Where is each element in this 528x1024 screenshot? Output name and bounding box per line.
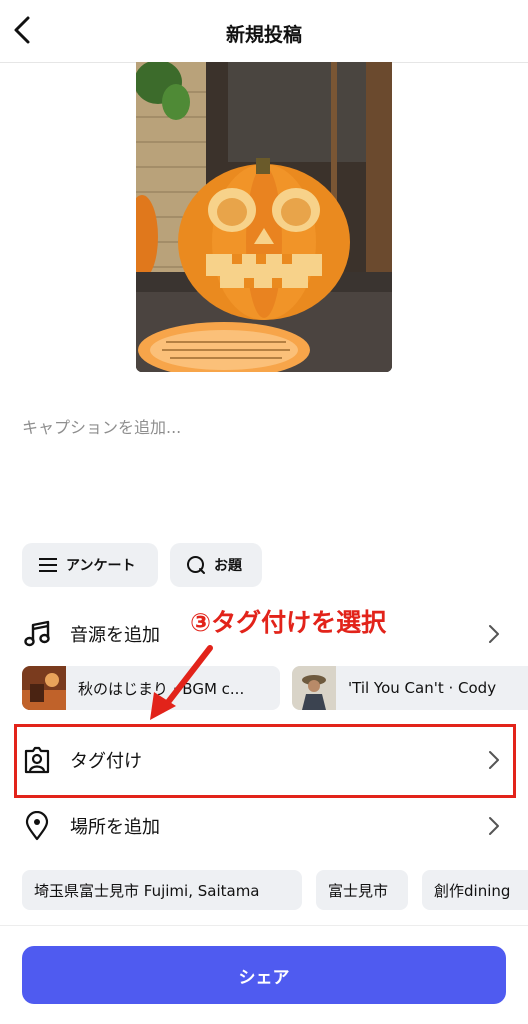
poll-icon [39,558,57,572]
annotation-label: ③タグ付けを選択 [190,608,387,637]
location-suggestion-chip[interactable]: 富士見市 [316,870,408,910]
share-button[interactable]: シェア [22,946,506,1004]
poll-label: アンケート [66,558,136,574]
divider [0,925,528,926]
topic-label: お題 [214,558,242,574]
chevron-right-icon [489,625,499,643]
album-art-thumbnail [22,666,66,710]
location-pin-icon [25,811,49,841]
poll-button[interactable]: アンケート [22,543,158,587]
tag-people-row[interactable]: タグ付け [0,730,528,790]
add-location-label: 場所を追加 [70,817,160,838]
location-suggestion-chip[interactable]: 埼玉県富士見市 Fujimi, Saitama [22,870,302,910]
music-suggestion-title: 'Til You Can't · Cody [348,679,497,697]
page-title: 新規投稿 [225,24,302,46]
tag-person-icon [24,746,50,774]
header-bar: 新規投稿 [0,0,528,63]
add-location-row[interactable]: 場所を追加 [0,796,528,856]
caption-input[interactable]: キャプションを追加... [22,414,181,438]
topic-icon [187,556,205,574]
album-art-thumbnail [292,666,336,710]
annotation-arrow-icon [150,645,213,720]
music-note-icon [24,620,50,647]
topic-button[interactable]: お題 [170,543,262,587]
tag-people-label: タグ付け [70,751,142,772]
post-image-preview[interactable] [136,62,392,372]
music-suggestion-card[interactable]: 'Til You Can't · Cody [292,666,528,710]
chevron-right-icon [489,817,499,835]
location-suggestion-chip[interactable]: 創作dining [422,870,528,910]
chevron-right-icon [489,751,499,769]
